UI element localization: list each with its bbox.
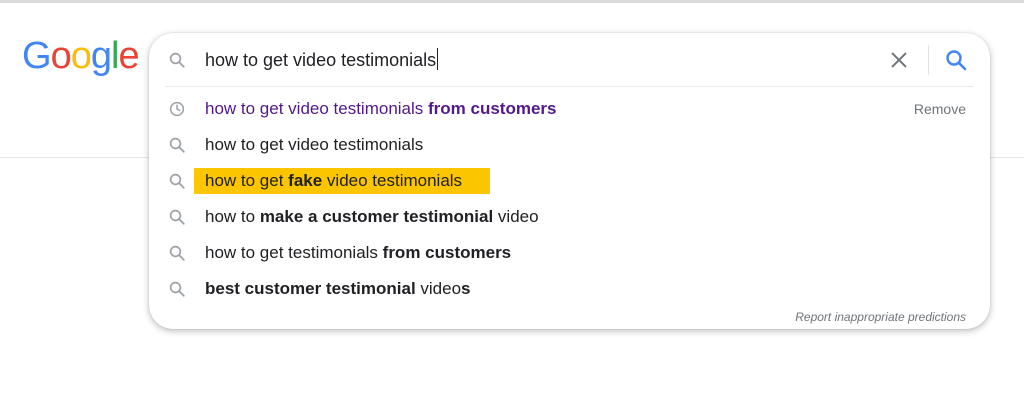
search-icon [169, 137, 185, 153]
search-icon [169, 245, 185, 261]
suggestion-item[interactable]: best customer testimonial videos [149, 271, 990, 307]
suggestion-text-bold: best customer testimonial [205, 279, 416, 298]
logo-letter-o2: o [70, 35, 92, 77]
close-icon[interactable] [888, 49, 910, 71]
logo-letter-l: l [110, 35, 120, 77]
suggestion-label: how to get testimonials from customers [205, 241, 511, 265]
suggestion-item[interactable]: how to make a customer testimonial video [149, 199, 990, 235]
top-border [0, 0, 1024, 3]
suggestion-text-bold: fake [288, 171, 323, 190]
suggestion-label: how to get video testimonials from custo… [205, 97, 557, 121]
logo-letter-g: G [22, 35, 52, 77]
logo-letter-o1: o [50, 35, 72, 77]
logo-letter-e: e [118, 35, 139, 77]
button-separator [928, 45, 929, 75]
google-search-page: Google how to get video testimonials how… [0, 0, 1024, 400]
suggestion-label: how to get video testimonials [205, 133, 423, 157]
logo-letter-g2: g [90, 35, 112, 77]
search-box: how to get video testimonials how to get… [149, 33, 990, 329]
suggestion-label: best customer testimonial videos [205, 277, 471, 301]
history-clock-icon [169, 101, 185, 117]
suggestion-text-bold: from customers [382, 243, 512, 262]
suggestion-list: how to get video testimonials from custo… [149, 91, 990, 307]
suggestion-text-bold: from customers [428, 99, 557, 118]
suggestion-text-part: video [493, 207, 539, 226]
suggestion-text-part: how to [205, 207, 260, 226]
suggestion-text-bold: s [461, 279, 471, 298]
remove-button[interactable]: Remove [914, 99, 966, 119]
suggestion-text-part: how to get video testimonials [205, 135, 424, 154]
search-icon [169, 209, 185, 225]
suggestion-item[interactable]: how to get video testimonials [149, 127, 990, 163]
search-icon [169, 281, 185, 297]
text-cursor [437, 48, 439, 70]
suggestion-item[interactable]: how to get testimonials from customers [149, 235, 990, 271]
search-icon [169, 173, 185, 189]
suggestion-label-highlighted: how to get fake video testimonials [194, 168, 491, 194]
search-input[interactable]: how to get video testimonials [205, 48, 439, 72]
search-query-text: how to get video testimonials [205, 50, 437, 70]
suggestion-text-part: how to get video testimonials [205, 99, 429, 118]
suggestion-item[interactable]: how to get video testimonials from custo… [149, 91, 990, 127]
suggestion-label: how to make a customer testimonial video [205, 205, 539, 229]
report-predictions-link[interactable]: Report inappropriate predictions [795, 309, 966, 325]
search-box-divider [165, 86, 974, 87]
suggestion-text-bold: make a customer testimonial [259, 207, 494, 226]
search-query-row: how to get video testimonials [149, 33, 990, 87]
suggestion-text-part: how to get [205, 171, 289, 190]
suggestion-text-part: video testimonials [322, 171, 463, 190]
search-icon [169, 52, 185, 68]
suggestion-item-highlighted[interactable]: how to get fake video testimonials [149, 163, 990, 199]
suggestion-text-part: how to get testimonials [205, 243, 383, 262]
suggestion-text-part: video [415, 279, 462, 298]
search-submit-icon[interactable] [944, 48, 968, 72]
google-logo[interactable]: Google [22, 35, 140, 77]
